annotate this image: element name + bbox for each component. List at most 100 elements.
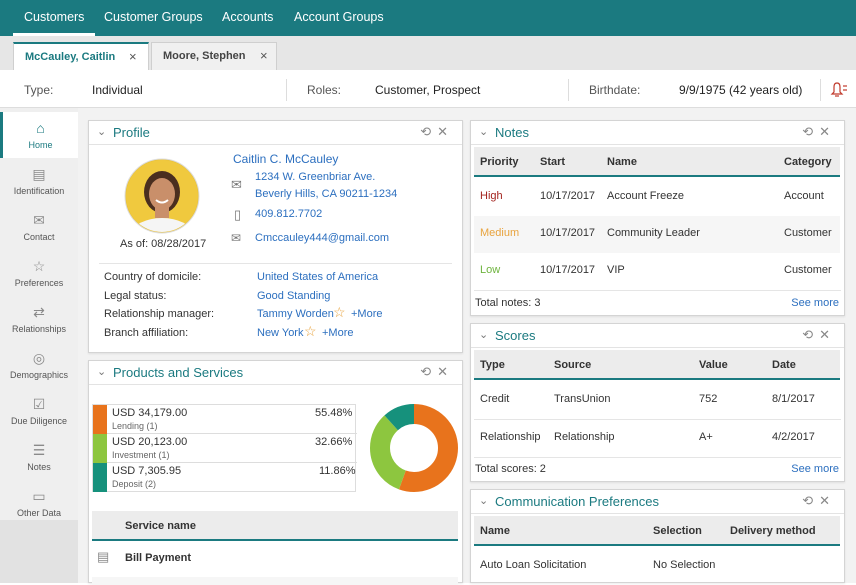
column-header[interactable]: Date: [772, 359, 796, 371]
sidebar-item-demographics[interactable]: ◎ Demographics: [0, 342, 78, 388]
phone-number[interactable]: 409.812.7702: [255, 208, 322, 220]
relationship-manager-value[interactable]: Tammy Worden: [257, 308, 334, 320]
close-tab-icon[interactable]: ×: [129, 44, 137, 70]
sidebar-item-identification[interactable]: ▤ Identification: [0, 158, 78, 204]
column-header[interactable]: Name: [480, 525, 510, 537]
country-value[interactable]: United States of America: [257, 271, 378, 283]
product-row[interactable]: USD 20,123.00 Investment (1) 32.66%: [93, 434, 357, 463]
product-amount: USD 7,305.95: [112, 465, 182, 477]
more-link[interactable]: +More: [351, 308, 383, 320]
column-header[interactable]: Name: [607, 156, 637, 168]
table-row[interactable]: High 10/17/2017 Account Freeze Account: [474, 179, 840, 216]
note-category: Customer: [784, 227, 832, 239]
tab-moore-stephen[interactable]: Moore, Stephen ×: [151, 42, 277, 70]
preference-selection: No Selection: [653, 559, 716, 571]
branch-value[interactable]: New York: [257, 327, 303, 339]
color-swatch: [93, 405, 107, 434]
legal-status-value[interactable]: Good Standing: [257, 290, 330, 302]
column-header[interactable]: Category: [784, 156, 832, 168]
star-icon[interactable]: ☆: [304, 323, 317, 340]
product-row[interactable]: USD 7,305.95 Deposit (2) 11.86%: [93, 463, 357, 492]
tab-label: Moore, Stephen: [163, 50, 246, 62]
sidebar-item-relationships[interactable]: ⇄ Relationships: [0, 296, 78, 342]
score-source: Relationship: [554, 431, 615, 443]
chevron-down-icon[interactable]: ⌄: [479, 125, 488, 138]
panel-title: Scores: [495, 328, 536, 343]
type-value: Individual: [92, 83, 143, 97]
tab-mccauley-caitlin[interactable]: McCauley, Caitlin ×: [13, 42, 149, 71]
start-date: 10/17/2017: [540, 227, 596, 239]
nav-accounts[interactable]: Accounts: [222, 0, 273, 36]
column-header[interactable]: Start: [540, 156, 565, 168]
refresh-icon[interactable]: ⟲: [802, 327, 819, 342]
total-scores: Total scores: 2: [475, 463, 546, 475]
priority-value: Low: [480, 264, 501, 276]
close-tab-icon[interactable]: ×: [260, 43, 268, 69]
see-more-link[interactable]: See more: [791, 463, 839, 475]
star-icon[interactable]: ☆: [333, 304, 346, 321]
close-icon[interactable]: ✕: [819, 327, 836, 342]
tab-label: McCauley, Caitlin: [25, 51, 116, 63]
product-percent: 11.86%: [319, 465, 356, 477]
address-line-2[interactable]: Beverly Hills, CA 90211-1234: [255, 188, 397, 200]
nav-customer-groups[interactable]: Customer Groups: [104, 0, 203, 36]
communication-preferences-panel: ⌄ Communication Preferences ⟲✕ Name Sele…: [470, 489, 845, 583]
refresh-icon[interactable]: ⟲: [420, 364, 437, 379]
panel-title: Notes: [495, 125, 529, 140]
notes-table-header: Priority Start Name Category: [474, 147, 840, 177]
bell-alert-icon[interactable]: [830, 82, 848, 98]
close-icon[interactable]: ✕: [437, 364, 454, 379]
column-header[interactable]: Priority: [480, 156, 519, 168]
column-header[interactable]: Type: [480, 359, 505, 371]
nav-account-groups[interactable]: Account Groups: [294, 0, 384, 36]
product-category: Lending (1): [112, 421, 158, 431]
more-link[interactable]: +More: [322, 327, 354, 339]
chevron-down-icon[interactable]: ⌄: [479, 494, 488, 507]
email-address[interactable]: Cmccauley444@gmail.com: [255, 232, 389, 244]
column-header[interactable]: Delivery method: [730, 525, 816, 537]
service-row: [92, 577, 458, 585]
close-icon[interactable]: ✕: [437, 124, 454, 139]
birthdate-value: 9/9/1975 (42 years old): [679, 83, 803, 97]
chevron-down-icon[interactable]: ⌄: [97, 125, 106, 138]
column-header[interactable]: Service name: [125, 520, 196, 532]
customer-name[interactable]: Caitlin C. McCauley: [233, 152, 338, 166]
refresh-icon[interactable]: ⟲: [420, 124, 437, 139]
refresh-icon[interactable]: ⟲: [802, 124, 819, 139]
panel-header: ⌄ Communication Preferences ⟲✕: [471, 490, 844, 514]
sidebar-item-preferences[interactable]: ☆ Preferences: [0, 250, 78, 296]
chevron-down-icon[interactable]: ⌄: [479, 328, 488, 341]
sidebar-item-notes[interactable]: ☰ Notes: [0, 434, 78, 480]
field-label: Branch affiliation:: [104, 327, 189, 339]
note-category: Account: [784, 190, 824, 202]
refresh-icon[interactable]: ⟲: [802, 493, 819, 508]
avatar: [124, 158, 200, 234]
panel-header: ⌄ Profile ⟲✕: [89, 121, 462, 145]
column-header[interactable]: Selection: [653, 525, 702, 537]
total-notes: Total notes: 3: [475, 297, 541, 309]
score-date: 4/2/2017: [772, 431, 815, 443]
sidebar-item-home[interactable]: ⌂ Home: [0, 112, 78, 158]
nav-customers[interactable]: Customers: [13, 0, 96, 36]
table-row[interactable]: Auto Loan Solicitation No Selection: [474, 548, 840, 582]
close-icon[interactable]: ✕: [819, 493, 836, 508]
column-header[interactable]: Source: [554, 359, 591, 371]
table-row[interactable]: Credit TransUnion 752 8/1/2017: [474, 382, 840, 419]
note-name: Account Freeze: [607, 190, 685, 202]
sidebar-item-due-diligence[interactable]: ☑ Due Diligence: [0, 388, 78, 434]
service-row[interactable]: ▤ Bill Payment: [92, 543, 458, 573]
table-row[interactable]: Relationship Relationship A+ 4/2/2017: [474, 420, 840, 457]
column-header[interactable]: Value: [699, 359, 728, 371]
table-row[interactable]: Medium 10/17/2017 Community Leader Custo…: [474, 216, 840, 253]
address-line-1[interactable]: 1234 W. Greenbriar Ave.: [255, 171, 375, 183]
table-row[interactable]: Low 10/17/2017 VIP Customer: [474, 253, 840, 290]
field-label: Country of domicile:: [104, 271, 202, 283]
panel-actions: ⟲✕: [802, 124, 836, 140]
sidebar-item-contact[interactable]: ✉ Contact: [0, 204, 78, 250]
chevron-down-icon[interactable]: ⌄: [97, 365, 106, 378]
see-more-link[interactable]: See more: [791, 297, 839, 309]
panel-header: ⌄ Notes ⟲✕: [471, 121, 844, 145]
color-swatch: [93, 434, 107, 463]
product-row[interactable]: USD 34,179.00 Lending (1) 55.48%: [93, 405, 357, 434]
close-icon[interactable]: ✕: [819, 124, 836, 139]
